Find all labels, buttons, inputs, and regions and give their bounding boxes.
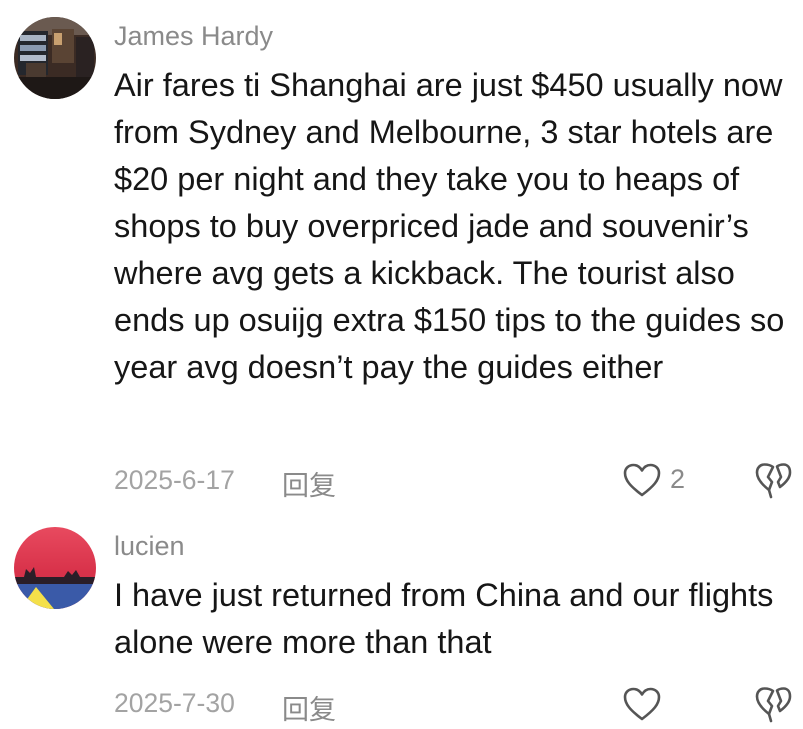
comment-text: Air fares ti Shanghai are just $450 usua… <box>114 67 785 385</box>
comment-username[interactable]: lucien <box>114 531 185 562</box>
comment-item: lucien I have just returned from China a… <box>0 510 803 725</box>
reply-button[interactable]: 回复 <box>282 688 336 727</box>
reply-button[interactable]: 回复 <box>282 464 336 503</box>
heart-outline-icon[interactable] <box>622 686 662 722</box>
avatar[interactable] <box>14 17 96 99</box>
comment-text: I have just returned from China and our … <box>114 577 774 660</box>
like-count: 2 <box>670 464 686 494</box>
comment-item: James Hardy Air fares ti Shanghai are ju… <box>0 0 803 510</box>
avatar[interactable] <box>14 527 96 609</box>
comment-username[interactable]: James Hardy <box>114 21 273 52</box>
comment-date: 2025-7-30 <box>114 688 235 718</box>
broken-heart-outline-icon[interactable] <box>754 462 792 500</box>
broken-heart-outline-icon[interactable] <box>754 686 792 724</box>
heart-outline-icon[interactable] <box>622 462 662 498</box>
comment-date: 2025-6-17 <box>114 465 235 495</box>
